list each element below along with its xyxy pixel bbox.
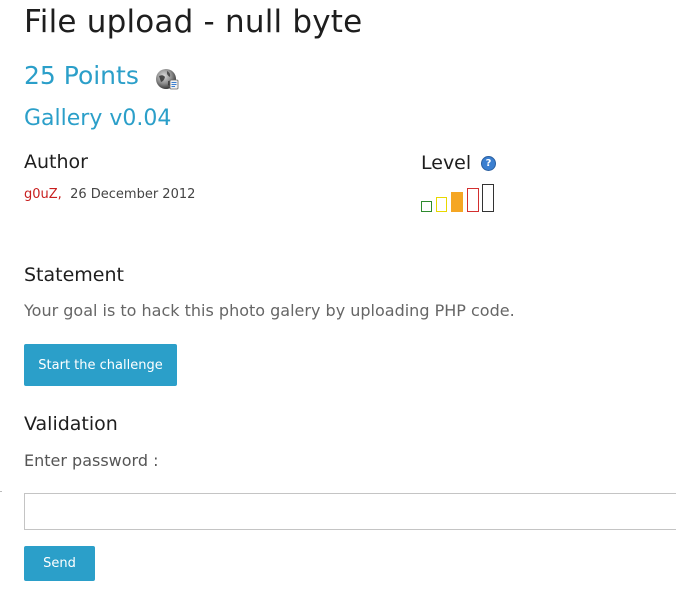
level-bar-3: [451, 192, 463, 212]
help-icon[interactable]: ?: [481, 156, 496, 171]
statement-heading: Statement: [24, 264, 124, 286]
statement-text: Your goal is to hack this photo galery b…: [24, 301, 515, 320]
level-bar-4: [467, 188, 479, 212]
challenge-points: 25 Points: [24, 61, 139, 90]
validation-heading: Validation: [24, 413, 118, 435]
password-input[interactable]: [24, 493, 676, 530]
level-bar-2: [436, 197, 447, 212]
level-heading: Level: [421, 152, 472, 174]
send-button[interactable]: Send: [24, 546, 95, 581]
author-separator: ,: [57, 187, 62, 202]
globe-icon[interactable]: [155, 67, 179, 91]
start-challenge-button[interactable]: Start the challenge: [24, 344, 177, 386]
publish-date: 26 December 2012: [70, 187, 196, 202]
password-label: Enter password :: [24, 451, 159, 470]
author-info: g0uZ, 26 December 2012: [24, 186, 195, 204]
challenge-subtitle: Gallery v0.04: [24, 106, 172, 131]
author-name-link[interactable]: g0uZ: [24, 187, 58, 202]
level-indicator: [421, 184, 497, 214]
author-heading: Author: [24, 151, 88, 173]
level-bar-1: [421, 201, 432, 212]
level-bar-5: [482, 184, 494, 212]
page-title: File upload - null byte: [24, 4, 363, 40]
left-edge-mark: [0, 491, 2, 492]
